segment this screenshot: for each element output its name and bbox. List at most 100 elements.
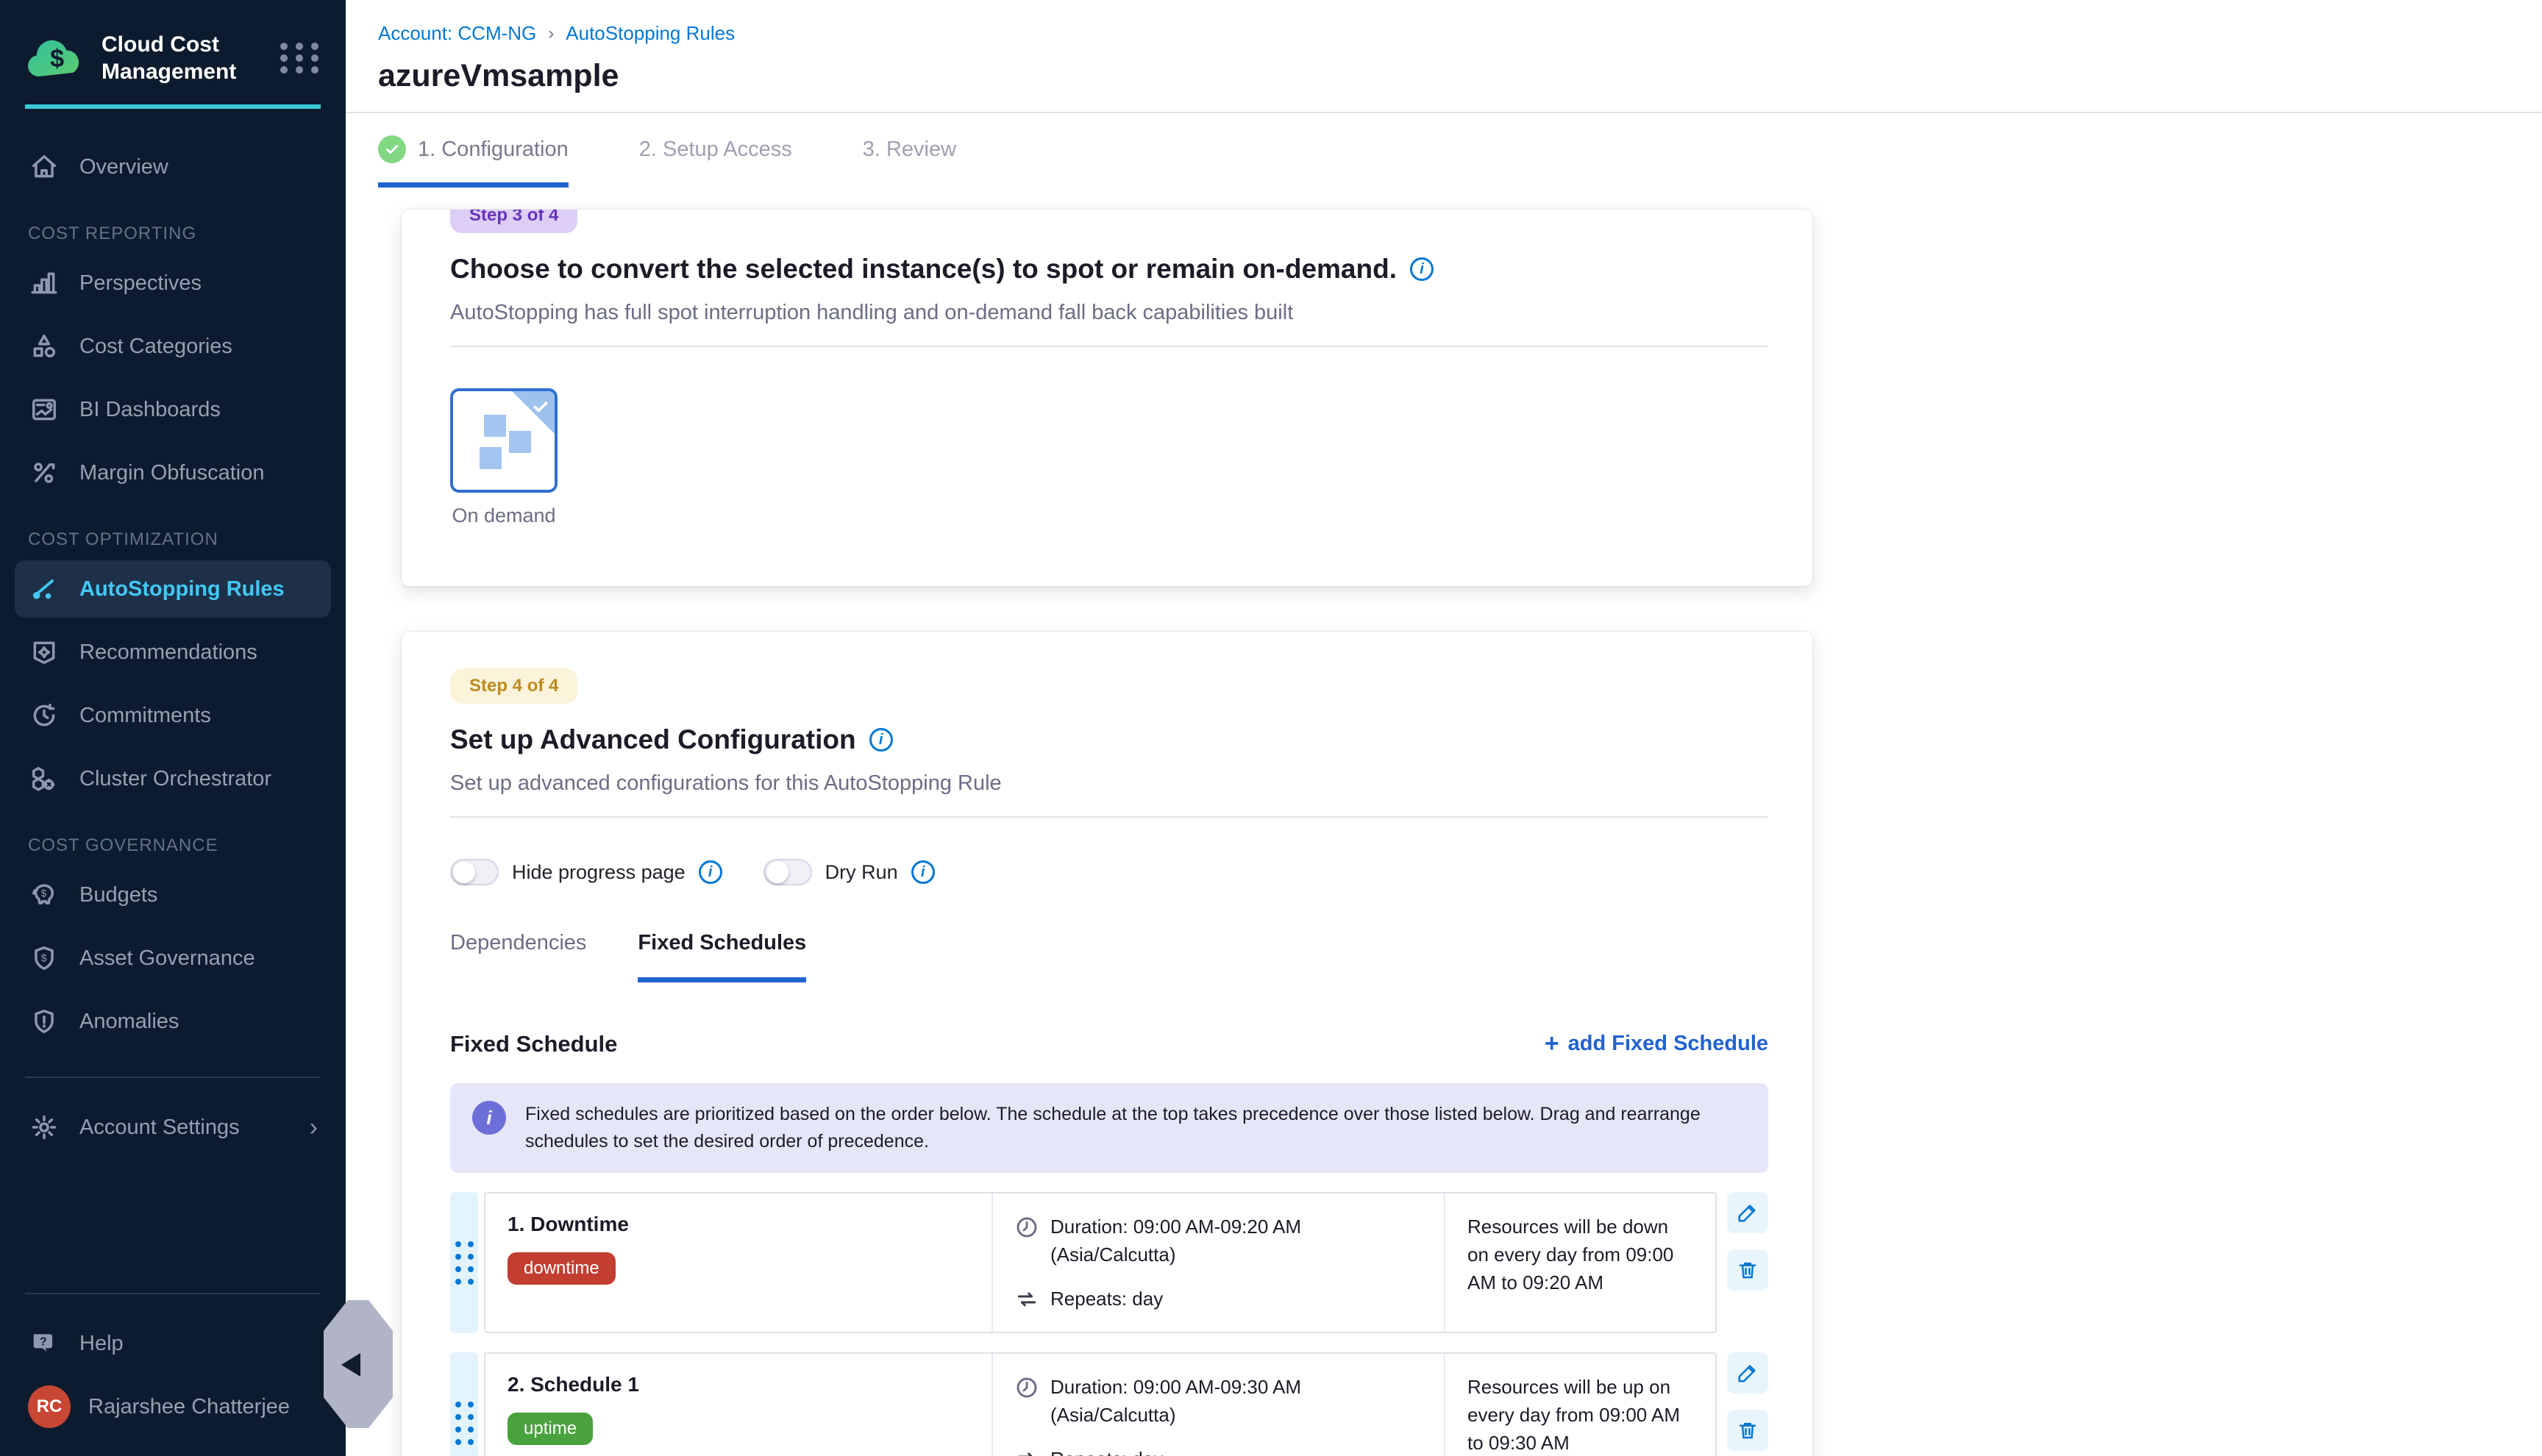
- step4-subtitle: Set up advanced configurations for this …: [450, 771, 1768, 796]
- sidebar-item-label: BI Dashboards: [79, 398, 221, 422]
- schedule-name: 1. Downtime: [508, 1213, 969, 1236]
- breadcrumb-separator-icon: ›: [548, 24, 554, 44]
- sidebar-item-label: Margin Obfuscation: [79, 461, 264, 485]
- priority-info-banner: i Fixed schedules are prioritized based …: [450, 1083, 1768, 1173]
- home-icon: [28, 151, 60, 183]
- repeats-text: Repeats: day: [1050, 1285, 1163, 1313]
- dry-run-toggle[interactable]: [763, 859, 812, 885]
- tab-review[interactable]: 3. Review: [863, 135, 956, 188]
- schedule-timing-col: Duration: 09:00 AM-09:30 AM (Asia/Calcut…: [993, 1354, 1445, 1456]
- hide-progress-toggle[interactable]: [450, 859, 499, 885]
- breadcrumb-autostopping-link[interactable]: AutoStopping Rules: [566, 22, 735, 45]
- sidebar-item-label: Help: [79, 1332, 124, 1356]
- sidebar-item-cluster-orchestrator[interactable]: Cluster Orchestrator: [15, 750, 331, 807]
- collapse-arrow-icon: [341, 1353, 360, 1377]
- sidebar-item-margin-obfuscation[interactable]: Margin Obfuscation: [15, 444, 331, 502]
- schedule-name-col: 1. Downtime downtime: [485, 1193, 993, 1332]
- info-icon[interactable]: i: [869, 728, 893, 752]
- duration-text: Duration: 09:00 AM-09:30 AM (Asia/Calcut…: [1050, 1373, 1422, 1429]
- page-header: Account: CCM-NG › AutoStopping Rules azu…: [346, 0, 2542, 94]
- schedule-actions: [1717, 1352, 1768, 1456]
- sidebar-item-recommendations[interactable]: Recommendations: [15, 624, 331, 681]
- chevron-right-icon: ›: [310, 1113, 318, 1142]
- repeats-line: Repeats: day: [1015, 1445, 1422, 1456]
- section-cost-optimization: COST OPTIMIZATION: [15, 529, 331, 550]
- tab-fixed-schedules[interactable]: Fixed Schedules: [638, 931, 806, 982]
- info-icon[interactable]: i: [911, 860, 935, 884]
- app-title: Cloud Cost Management: [102, 31, 278, 85]
- wizard-content: Step 3 of 4 Choose to convert the select…: [346, 188, 2542, 1456]
- schedule-card: 1. Downtime downtime Duration: 09:00 AM-…: [484, 1192, 1717, 1333]
- drag-handle[interactable]: [450, 1192, 478, 1333]
- app-grid-icon[interactable]: [278, 37, 321, 79]
- schedule-timing-col: Duration: 09:00 AM-09:20 AM (Asia/Calcut…: [993, 1193, 1445, 1332]
- sidebar-item-commitments[interactable]: Commitments: [15, 687, 331, 744]
- sidebar-item-label: AutoStopping Rules: [79, 577, 285, 602]
- sidebar-item-label: Overview: [79, 155, 168, 179]
- sidebar-collapse-handle[interactable]: [324, 1300, 393, 1428]
- sidebar-item-bi-dashboards[interactable]: BI Dashboards: [15, 381, 331, 438]
- tab-dependencies[interactable]: Dependencies: [450, 931, 586, 982]
- instance-square-icon: [509, 431, 531, 453]
- tab-label: 3. Review: [863, 138, 956, 162]
- sidebar-item-label: Asset Governance: [79, 946, 255, 971]
- sidebar-item-label: Budgets: [79, 883, 157, 907]
- instance-square-icon: [480, 447, 502, 469]
- delete-schedule-button[interactable]: [1727, 1249, 1768, 1291]
- clock-icon: [1015, 1376, 1039, 1399]
- edit-schedule-button[interactable]: [1727, 1352, 1768, 1393]
- on-demand-tile[interactable]: [450, 388, 558, 493]
- sidebar-item-cost-categories[interactable]: Cost Categories: [15, 318, 331, 375]
- trash-icon: [1737, 1419, 1759, 1441]
- duration-line: Duration: 09:00 AM-09:30 AM (Asia/Calcut…: [1015, 1373, 1422, 1429]
- info-icon[interactable]: i: [1410, 257, 1434, 281]
- section-cost-reporting: COST REPORTING: [15, 224, 331, 244]
- sidebar-item-label: Perspectives: [79, 271, 202, 296]
- shapes-icon: [28, 330, 60, 363]
- user-name: Rajarshee Chatterjee: [88, 1395, 290, 1419]
- page-title: azureVmsample: [378, 58, 2542, 94]
- fixed-schedule-header: Fixed Schedule + add Fixed Schedule: [450, 1029, 1768, 1058]
- info-icon: i: [472, 1101, 506, 1135]
- breadcrumb: Account: CCM-NG › AutoStopping Rules: [378, 22, 2542, 45]
- sidebar-item-label: Account Settings: [79, 1116, 240, 1140]
- svg-text:$: $: [41, 888, 47, 899]
- sidebar-item-asset-governance[interactable]: $ Asset Governance: [15, 929, 331, 987]
- on-demand-option: On demand: [450, 388, 558, 527]
- sidebar-item-overview[interactable]: Overview: [15, 138, 331, 196]
- schedule-description: Resources will be up on every day from 0…: [1445, 1354, 1715, 1456]
- delete-schedule-button[interactable]: [1727, 1410, 1768, 1451]
- sidebar: $ Cloud Cost Management Overview COST RE…: [0, 0, 346, 1456]
- schedule-type-badge: downtime: [508, 1252, 616, 1285]
- sidebar-item-budgets[interactable]: $ Budgets: [15, 866, 331, 924]
- repeat-icon: [1015, 1288, 1039, 1311]
- add-fixed-schedule-button[interactable]: + add Fixed Schedule: [1545, 1029, 1768, 1058]
- sidebar-item-perspectives[interactable]: Perspectives: [15, 254, 331, 312]
- advanced-toggles: Hide progress page i Dry Run i: [450, 859, 1768, 885]
- sidebar-item-anomalies[interactable]: Anomalies: [15, 993, 331, 1050]
- breadcrumb-account-link[interactable]: Account: CCM-NG: [378, 22, 536, 45]
- cloud-cost-logo-icon: $: [25, 34, 87, 82]
- add-fixed-schedule-label: add Fixed Schedule: [1568, 1032, 1768, 1056]
- tab-configuration[interactable]: 1. Configuration: [378, 135, 569, 188]
- toggle-label: Dry Run: [825, 861, 898, 884]
- drag-handle[interactable]: [450, 1352, 478, 1456]
- fixed-schedule-heading: Fixed Schedule: [450, 1031, 617, 1057]
- info-icon[interactable]: i: [699, 860, 722, 884]
- tab-label: 2. Setup Access: [639, 138, 792, 162]
- shield-alert-icon: [28, 1005, 60, 1038]
- edit-schedule-button[interactable]: [1727, 1192, 1768, 1233]
- shield-dollar-icon: $: [28, 942, 60, 974]
- step4-title: Set up Advanced Configuration i: [450, 724, 1768, 755]
- dry-run-toggle-group: Dry Run i: [763, 859, 935, 885]
- sidebar-item-account-settings[interactable]: Account Settings ›: [15, 1099, 331, 1156]
- section-cost-governance: COST GOVERNANCE: [15, 835, 331, 856]
- step3-divider: [450, 346, 1768, 347]
- tab-setup-access[interactable]: 2. Setup Access: [639, 135, 792, 188]
- clock-icon: [1015, 1216, 1039, 1239]
- user-profile[interactable]: RC Rajarshee Chatterjee: [15, 1378, 331, 1435]
- sidebar-item-autostopping-rules[interactable]: AutoStopping Rules: [15, 560, 331, 618]
- sidebar-item-help[interactable]: ? Help: [15, 1315, 331, 1372]
- sidebar-nav: Overview COST REPORTING Perspectives Cos…: [0, 109, 346, 1456]
- schedule-actions: [1717, 1192, 1768, 1333]
